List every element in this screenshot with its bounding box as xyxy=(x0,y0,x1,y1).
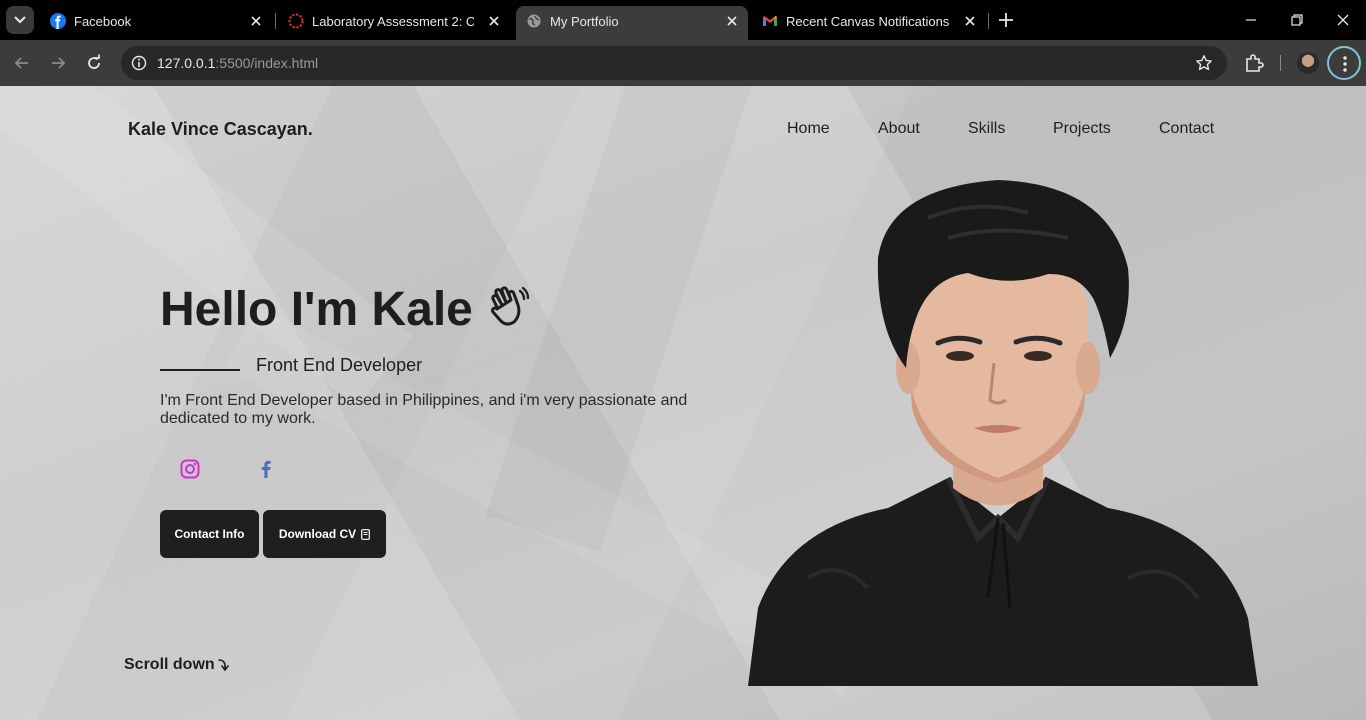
globe-icon xyxy=(527,14,541,28)
document-icon xyxy=(361,528,371,540)
nav-skills[interactable]: Skills xyxy=(968,120,1005,138)
close-icon[interactable] xyxy=(724,13,740,29)
new-tab-plus-icon[interactable] xyxy=(996,10,1016,30)
forward-arrow-icon[interactable] xyxy=(48,53,68,73)
waving-hand-icon xyxy=(490,286,530,326)
tab-search-button[interactable] xyxy=(6,6,34,34)
tab-title: Facebook xyxy=(74,14,132,29)
facebook-icon xyxy=(50,13,66,29)
hero-greeting-text: Hello I'm Kale xyxy=(160,283,473,336)
profile-avatar[interactable] xyxy=(1297,52,1319,74)
url-text[interactable]: 127.0.0.1:5500/index.html xyxy=(157,55,318,71)
tab-strip: Facebook Laboratory Assessment 2: CSS3 M… xyxy=(0,0,1366,40)
subtitle-divider xyxy=(160,369,240,371)
bookmark-star-icon[interactable] xyxy=(1195,54,1213,72)
gmail-icon xyxy=(763,16,777,26)
reload-icon[interactable] xyxy=(84,53,104,73)
tab-my-portfolio[interactable]: My Portfolio xyxy=(516,6,748,40)
close-icon[interactable] xyxy=(248,13,264,29)
close-icon[interactable] xyxy=(962,13,978,29)
contact-info-button[interactable]: Contact Info xyxy=(160,510,259,558)
download-cv-button[interactable]: Download CV xyxy=(263,510,386,558)
browser-toolbar: 127.0.0.1:5500/index.html xyxy=(0,40,1366,86)
portfolio-page: Kale Vince Cascayan. Home About Skills P… xyxy=(0,86,1366,720)
tab-laboratory-assessment[interactable]: Laboratory Assessment 2: CSS3 xyxy=(278,6,510,40)
contact-info-label: Contact Info xyxy=(174,527,245,541)
tab-facebook[interactable]: Facebook xyxy=(40,6,272,40)
browser-menu-button[interactable] xyxy=(1327,46,1361,80)
canvas-icon xyxy=(288,13,304,29)
site-info-icon[interactable] xyxy=(131,55,147,71)
url-host: 127.0.0.1 xyxy=(157,55,216,71)
nav-about[interactable]: About xyxy=(878,120,920,138)
toolbar-separator xyxy=(1280,55,1281,71)
curved-arrow-down-icon xyxy=(217,659,229,672)
chevron-down-icon xyxy=(14,16,26,24)
nav-home[interactable]: Home xyxy=(787,120,830,138)
tab-separator xyxy=(275,13,276,29)
close-icon[interactable] xyxy=(486,13,502,29)
hero-subtitle: Front End Developer xyxy=(256,355,423,375)
restore-icon[interactable] xyxy=(1287,10,1307,30)
scroll-down-label: Scroll down xyxy=(124,656,215,673)
url-path: :5500/index.html xyxy=(215,55,319,71)
download-cv-label: Download CV xyxy=(278,527,357,541)
nav-contact[interactable]: Contact xyxy=(1159,120,1214,138)
site-brand[interactable]: Kale Vince Cascayan. xyxy=(128,119,313,140)
tab-title: Recent Canvas Notifications - c xyxy=(786,14,952,29)
scroll-down-link[interactable]: Scroll down xyxy=(124,656,229,674)
address-bar[interactable]: 127.0.0.1:5500/index.html xyxy=(121,46,1227,80)
tab-title: Laboratory Assessment 2: CSS3 xyxy=(312,14,474,29)
tab-canvas-notifications[interactable]: Recent Canvas Notifications - c xyxy=(752,6,984,40)
nav-projects[interactable]: Projects xyxy=(1053,120,1111,138)
close-window-icon[interactable] xyxy=(1333,10,1353,30)
instagram-icon[interactable] xyxy=(179,458,201,480)
more-vertical-icon xyxy=(1343,56,1347,72)
minimize-icon[interactable] xyxy=(1241,10,1261,30)
back-arrow-icon[interactable] xyxy=(12,53,32,73)
profile-photo xyxy=(748,180,1258,686)
hero-description: I'm Front End Developer based in Philipp… xyxy=(160,392,688,427)
hero-greeting: Hello I'm Kale xyxy=(160,282,531,337)
tab-title: My Portfolio xyxy=(550,14,619,29)
extensions-puzzle-icon[interactable] xyxy=(1243,52,1265,74)
tab-separator xyxy=(988,13,989,29)
facebook-icon[interactable] xyxy=(255,458,277,480)
